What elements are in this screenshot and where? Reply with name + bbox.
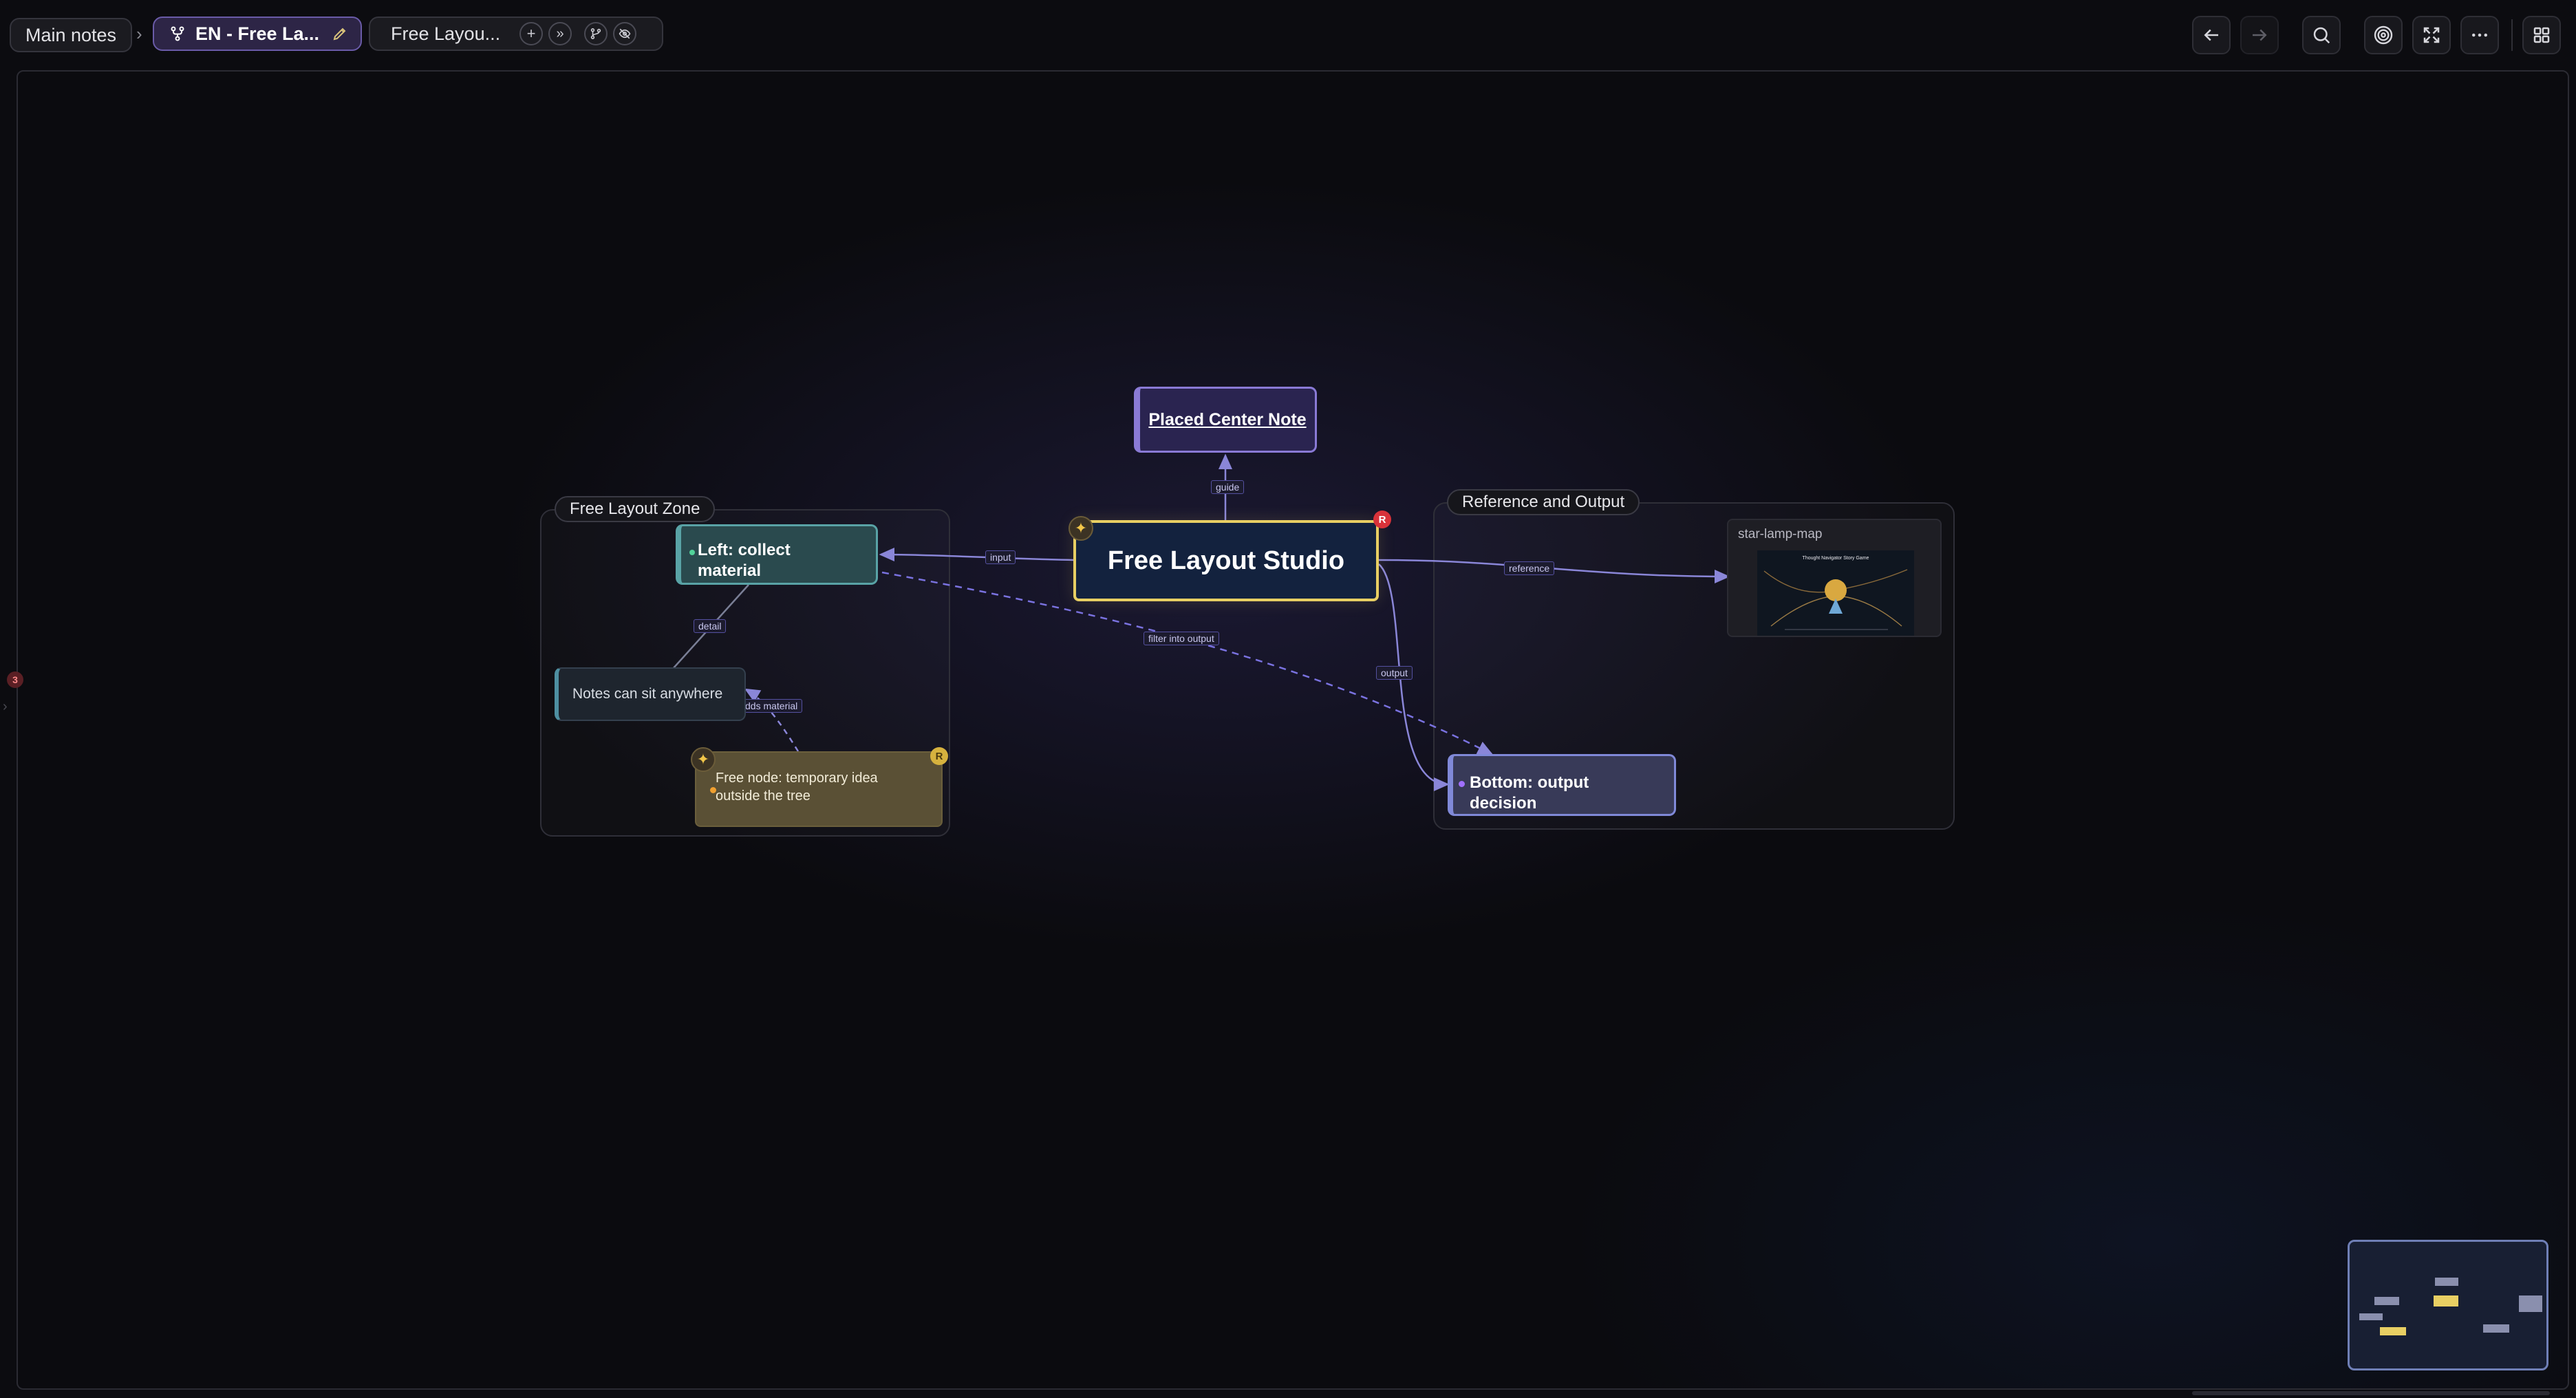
edge-label-detail[interactable]: detail [694,619,727,633]
image-thumbnail: Thought Navigator Story Game [1757,550,1914,636]
free-node-badge[interactable]: R [930,747,948,765]
sparkle-icon[interactable]: ✦ [691,747,716,772]
node-notes-anywhere[interactable]: Notes can sit anywhere [555,667,746,721]
lamp-map-graphic [1763,569,1908,630]
node-placed-center-note-label: Placed Center Note [1148,409,1307,429]
edge-label-guide[interactable]: guide [1211,480,1245,494]
minimap-node [2483,1324,2509,1333]
node-free-idea-label: Free node: temporary idea outside the tr… [716,771,878,804]
minimap-node [2380,1327,2406,1335]
node-free-idea[interactable]: Free node: temporary idea outside the tr… [695,751,943,827]
minimap-node [2435,1278,2458,1286]
minimap[interactable] [2348,1240,2548,1370]
node-image-star-lamp-map[interactable]: star-lamp-map Thought Navigator Story Ga… [1727,519,1942,637]
minimap-node [2434,1295,2458,1306]
minimap-node [2359,1313,2383,1320]
node-free-dot [710,787,716,793]
edge-input[interactable] [879,548,1074,562]
sparkle-icon[interactable]: ✦ [1069,516,1093,541]
node-bottom-dot [1459,781,1465,787]
node-left-collect-material[interactable]: Left: collect material [676,524,878,585]
edge-label-reference[interactable]: reference [1504,561,1555,575]
node-placed-center-note[interactable]: Placed Center Note [1134,387,1317,453]
node-left-dot [689,550,695,555]
minimap-node [2519,1295,2542,1312]
node-bottom-output-decision[interactable]: Bottom: output decision [1448,754,1676,816]
edge-label-output[interactable]: output [1376,666,1413,680]
edge-label-filter[interactable]: filter into output [1144,632,1219,645]
node-free-layout-studio[interactable]: Free Layout Studio [1073,520,1379,601]
node-free-layout-studio-label: Free Layout Studio [1107,546,1345,575]
horizontal-scrollbar[interactable] [2192,1391,2550,1395]
node-notes-anywhere-label: Notes can sit anywhere [572,686,723,702]
root-badge[interactable]: R [1373,510,1391,528]
node-left-collect-material-label: Left: collect material [698,541,791,580]
minimap-node [2374,1297,2399,1305]
edges-layer [672,453,1730,791]
edge-label-adds-material[interactable]: dds material [740,699,803,713]
edge-label-input[interactable]: input [985,550,1016,564]
node-image-title: star-lamp-map [1738,527,1823,541]
node-bottom-output-decision-label: Bottom: output decision [1470,773,1589,813]
